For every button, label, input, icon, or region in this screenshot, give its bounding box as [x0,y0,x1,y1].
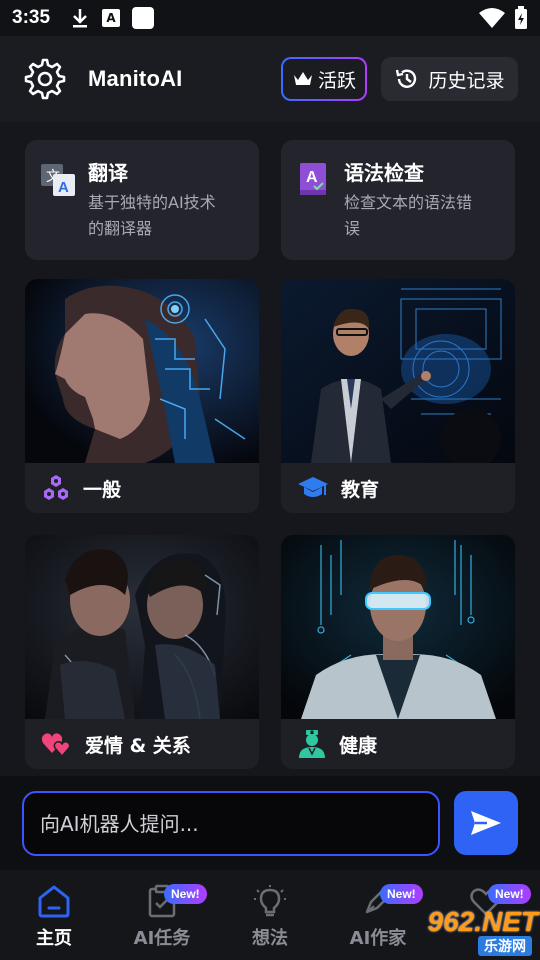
history-icon [396,69,417,88]
hexagons-icon [44,475,68,500]
feature-title: 语法检查 [344,161,424,185]
lightbulb-icon [254,885,286,917]
battery-icon [515,6,527,29]
category-card-health[interactable]: 健康 [281,535,515,769]
nav-item-ideas[interactable]: 想法 [215,870,325,960]
feature-desc: 基于独特的AI技术 的翻译器 [88,190,245,242]
watermark-logo: 962.NET 乐游网 [398,906,538,958]
new-badge: New! [164,884,207,904]
cyber-doctor-image [281,535,515,719]
hearts-icon [41,733,71,757]
nav-item-home[interactable]: 主页 [0,870,109,960]
app-title: ManitoAI [88,66,183,91]
category-card-education[interactable]: 教育 [281,279,515,513]
a-letter-icon: A [102,9,121,27]
feature-card-translate[interactable]: 文 A 翻译 基于独特的AI技术 的翻译器 [25,140,259,260]
feature-desc-line: 基于独特的AI技术 [88,193,216,212]
robot-couple-image [25,535,259,719]
nav-item-ai-tasks[interactable]: AI任务 [107,870,217,960]
category-label: 教育 [341,478,380,501]
prompt-input[interactable] [22,791,440,856]
feature-desc-line: 检查文本的语法错 [344,193,473,212]
teacher-hologram-image [281,279,515,463]
crown-icon [293,72,312,85]
active-label: 活跃 [317,69,356,92]
svg-text:A: A [58,179,69,196]
category-card-love[interactable]: 爱情 & 关系 [25,535,259,769]
send-button[interactable] [454,791,518,855]
category-label: 一般 [83,478,122,501]
category-bar: 爱情 & 关系 [25,719,259,769]
feature-title: 翻译 [88,161,128,185]
wifi-icon [479,8,505,28]
category-bar: 一般 [25,463,259,513]
category-card-general[interactable]: 一般 [25,279,259,513]
send-icon [471,811,501,835]
translate-icon: 文 A [41,164,75,196]
square-icon [132,7,155,29]
app-header: ManitoAI 活跃 历史记录 [0,36,540,122]
new-badge: New! [488,884,531,904]
feature-desc-line: 的翻译器 [88,219,153,238]
graduation-cap-icon [298,477,328,497]
gear-icon[interactable] [24,58,66,100]
category-bar: 健康 [281,719,515,769]
history-label: 历史记录 [428,69,505,92]
history-button[interactable]: 历史记录 [381,57,518,101]
status-bar: 3:35 A [0,0,540,36]
active-button[interactable]: 活跃 [281,57,367,101]
category-label: 健康 [339,734,378,757]
grammar-icon: A [300,163,326,195]
doctor-icon [299,730,325,758]
status-time: 3:35 [12,7,51,28]
status-icons-right [478,6,528,30]
download-icon [73,9,88,28]
watermark-sub: 乐游网 [478,936,532,956]
ai-woman-image [25,279,259,463]
status-icons-left: A [70,7,155,29]
new-badge: New! [380,884,423,904]
nav-label: 想法 [252,928,288,949]
watermark-main: 962.NET [427,906,539,937]
svg-text:A: A [306,169,318,186]
feature-desc: 检查文本的语法错 误 [344,190,501,242]
feature-card-grammar[interactable]: A 语法检查 检查文本的语法错 误 [281,140,515,260]
nav-label: 主页 [36,928,72,949]
feature-desc-line: 误 [344,219,361,238]
prompt-bar [0,776,540,870]
category-label: 爱情 & 关系 [85,734,191,757]
category-bar: 教育 [281,463,515,513]
home-icon [38,885,70,918]
nav-label: AI任务 [133,928,191,949]
